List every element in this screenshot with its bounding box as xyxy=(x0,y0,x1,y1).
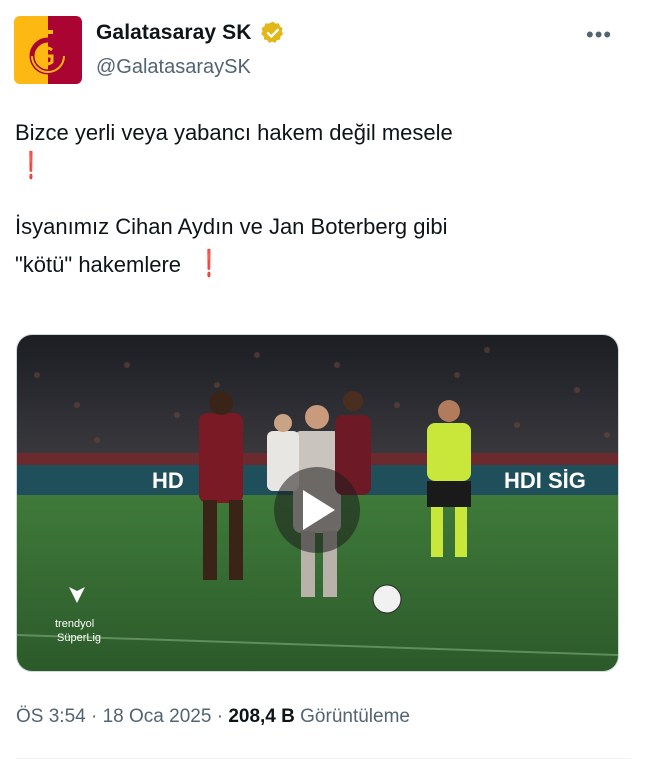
views-label: Görüntüleme xyxy=(300,706,410,727)
views-count: 208,4 B xyxy=(228,706,295,727)
tweet-time[interactable]: ÖS 3:54 xyxy=(16,706,86,727)
svg-text:trendyol: trendyol xyxy=(55,618,94,630)
svg-text:SüperLig: SüperLig xyxy=(57,632,101,644)
account-name[interactable]: Galatasaray SK xyxy=(96,21,252,45)
exclamation-emoji: ❗ xyxy=(22,150,41,180)
more-options-icon[interactable]: ••• xyxy=(586,22,612,48)
tweet-line-1: Bizce yerli veya yabancı hakem değil mes… xyxy=(15,120,453,145)
tweet-meta: ÖS 3:54 · 18 Oca 2025 · 208,4 B Görüntül… xyxy=(16,706,410,727)
svg-text:HDI SİG: HDI SİG xyxy=(504,468,586,493)
tweet-line-3: "kötü" hakemlere xyxy=(15,252,182,277)
exclamation-emoji: ❗ xyxy=(200,248,219,278)
tweet-date[interactable]: 18 Oca 2025 xyxy=(103,706,212,727)
tweet-line-2: İsyanımız Cihan Aydın ve Jan Boterberg g… xyxy=(15,214,448,239)
galatasaray-logo xyxy=(14,16,82,84)
video-player[interactable]: HD HDI SİG trendyol SüperLig xyxy=(16,334,619,672)
divider xyxy=(16,758,631,759)
account-handle[interactable]: @GalatasaraySK xyxy=(96,56,251,79)
verified-badge-icon[interactable] xyxy=(260,20,286,46)
svg-text:HD: HD xyxy=(152,468,184,493)
tweet-text: Bizce yerli veya yabancı hakem değil mes… xyxy=(15,118,615,280)
play-icon[interactable] xyxy=(274,467,360,553)
avatar[interactable] xyxy=(14,16,82,84)
